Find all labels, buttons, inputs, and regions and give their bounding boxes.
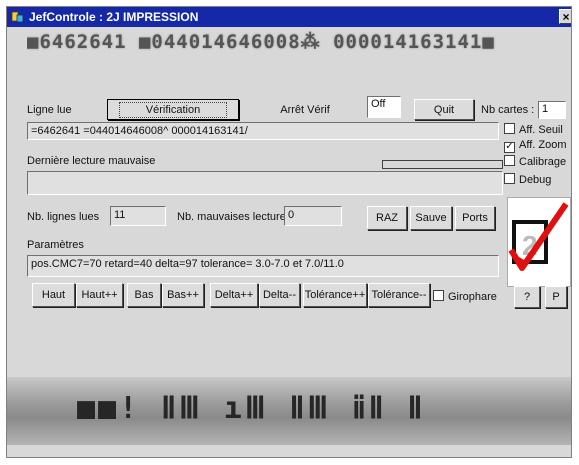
checkbox-aff-seuil-box[interactable] bbox=[504, 123, 515, 134]
nb-cartes-label: Nb cartes : bbox=[481, 104, 535, 116]
scan-preview: ■■! ⅡⅢ ıⅢ ⅡⅢ ⅱⅡ Ⅱ bbox=[7, 377, 571, 445]
verification-button-label: Vérification bbox=[118, 101, 228, 118]
quit-button[interactable]: Quit bbox=[414, 99, 474, 120]
checkbox-debug-box[interactable] bbox=[504, 173, 515, 184]
app-icon bbox=[11, 11, 24, 23]
checkbox-aff-seuil[interactable]: Aff. Seuil bbox=[504, 123, 563, 136]
checkbox-girophare[interactable]: Girophare bbox=[433, 290, 497, 303]
window-title: JefControle : 2J IMPRESSION bbox=[29, 10, 199, 24]
checkbox-girophare-box[interactable] bbox=[433, 290, 444, 301]
verification-button[interactable]: Vérification bbox=[107, 99, 239, 120]
checkbox-aff-seuil-label: Aff. Seuil bbox=[519, 124, 563, 136]
bas-button[interactable]: Bas bbox=[127, 283, 161, 307]
nb-cartes-field[interactable]: 1 bbox=[538, 101, 566, 119]
close-button[interactable]: × bbox=[559, 9, 571, 24]
parametres-label: Paramètres bbox=[27, 239, 84, 251]
delta-plus-button[interactable]: Delta++ bbox=[210, 283, 258, 307]
checkbox-debug[interactable]: Debug bbox=[504, 173, 551, 186]
checkbox-aff-zoom-box[interactable]: ✓ bbox=[504, 142, 515, 153]
checkbox-calibrage[interactable]: Calibrage bbox=[504, 155, 566, 168]
jef-logo: 2 bbox=[507, 197, 571, 287]
raz-button[interactable]: RAZ bbox=[367, 206, 407, 230]
help-button[interactable]: ? bbox=[514, 286, 540, 308]
nb-lignes-field[interactable]: 11 bbox=[110, 206, 166, 226]
checkbox-calibrage-label: Calibrage bbox=[519, 156, 567, 168]
nb-mauvaises-label: Nb. mauvaises lectures bbox=[177, 211, 292, 223]
scan-glyphs: ■■! ⅡⅢ ıⅢ ⅡⅢ ⅱⅡ Ⅱ bbox=[77, 391, 426, 426]
checkbox-aff-zoom-label: Aff. Zoom bbox=[519, 139, 567, 151]
checkmark-logo-icon: 2 bbox=[508, 202, 569, 271]
bas-plus-button[interactable]: Bas++ bbox=[162, 283, 204, 307]
checkbox-aff-zoom[interactable]: ✓ Aff. Zoom bbox=[504, 139, 566, 153]
read-progress-bar bbox=[382, 160, 503, 169]
checkbox-calibrage-box[interactable] bbox=[504, 155, 515, 166]
sauve-button[interactable]: Sauve bbox=[410, 206, 452, 230]
nb-lignes-label: Nb. lignes lues bbox=[27, 211, 100, 223]
arret-verif-button[interactable]: Arrêt Vérif bbox=[245, 99, 365, 120]
off-indicator: Off bbox=[367, 96, 401, 118]
delta-minus-button[interactable]: Delta-- bbox=[259, 283, 300, 307]
tolerance-minus-button[interactable]: Tolérance-- bbox=[368, 283, 430, 307]
ligne-lue-label: Ligne lue bbox=[27, 104, 72, 116]
barcode-readout: ■6462641 ■044014646008⁂ 000014163141■ bbox=[27, 31, 495, 53]
haut-button[interactable]: Haut bbox=[32, 283, 75, 307]
app-window: JefControle : 2J IMPRESSION × ■6462641 ■… bbox=[6, 6, 572, 458]
p-button[interactable]: P bbox=[545, 286, 567, 308]
title-bar[interactable]: JefControle : 2J IMPRESSION × bbox=[7, 7, 571, 27]
last-bad-label: Dernière lecture mauvaise bbox=[27, 155, 156, 167]
tolerance-plus-button[interactable]: Tolérance++ bbox=[303, 283, 367, 307]
last-bad-field[interactable] bbox=[27, 171, 503, 195]
nb-mauvaises-field[interactable]: 0 bbox=[284, 206, 342, 226]
haut-plus-button[interactable]: Haut++ bbox=[76, 283, 123, 307]
parametres-field[interactable]: pos.CMC7=70 retard=40 delta=97 tolerance… bbox=[27, 255, 499, 277]
ports-button[interactable]: Ports bbox=[455, 206, 495, 230]
checkbox-debug-label: Debug bbox=[519, 174, 552, 186]
checkbox-girophare-label: Girophare bbox=[448, 291, 497, 303]
line-read-field[interactable]: =6462641 =044014646008^ 000014163141/ bbox=[27, 122, 499, 140]
